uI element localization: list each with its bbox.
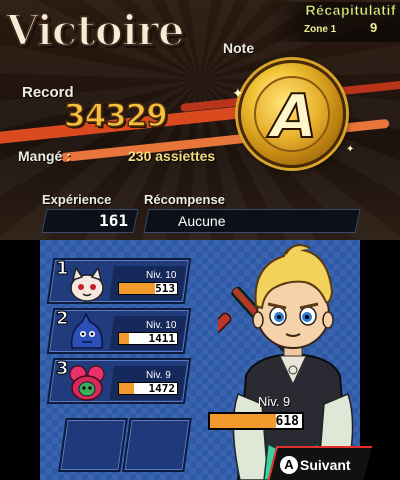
eaten-value: 230 assiettes xyxy=(128,148,216,164)
slot-level: Niv. 10 xyxy=(146,270,177,281)
empty-slot[interactable] xyxy=(122,418,192,472)
reward-label: Récompense xyxy=(144,192,225,207)
a-button-icon[interactable]: A xyxy=(280,456,298,474)
sparkle-icon: ✦ xyxy=(232,86,244,102)
hp-fill xyxy=(119,333,130,344)
next-button-label[interactable]: Suivant xyxy=(300,457,351,473)
slot-hp-bar: 1411 xyxy=(118,332,178,345)
slot-hp-bar: 513 xyxy=(118,282,178,295)
hp-fill xyxy=(210,414,277,428)
hp-fill xyxy=(119,283,155,294)
flower-yokai-icon xyxy=(69,365,105,401)
results-top-screen: Victoire Récapitulatif Zone 1 9 Note A ✦… xyxy=(0,0,400,240)
hero-character xyxy=(218,244,354,480)
slot-hp-bar: 1472 xyxy=(118,382,178,395)
hero-hp-value: 618 xyxy=(275,414,299,429)
game-screen: Victoire Récapitulatif Zone 1 9 Note A ✦… xyxy=(0,0,400,480)
hero-level: Niv. 9 xyxy=(258,394,291,409)
eaten-label: Mangé : xyxy=(18,148,71,164)
grade-letter: A xyxy=(270,81,318,153)
cat-yokai-icon xyxy=(70,266,104,302)
grade-medal: A xyxy=(238,60,346,168)
reward-box xyxy=(143,209,361,233)
recap-label: Récapitulatif xyxy=(305,2,396,19)
score-value: 34329 xyxy=(63,97,168,135)
grade-medal-inner: A xyxy=(254,76,330,153)
zone-number: 9 xyxy=(370,20,378,35)
slot-hp-value: 1472 xyxy=(148,382,176,395)
hp-fill xyxy=(119,383,135,394)
experience-label: Expérience xyxy=(42,192,112,207)
experience-value: 161 xyxy=(99,211,128,230)
empty-slot[interactable] xyxy=(58,418,128,472)
victory-title: Victoire xyxy=(5,5,186,56)
slot-level: Niv. 9 xyxy=(146,370,171,381)
reward-value: Aucune xyxy=(178,213,226,229)
sparkle-icon: ✦ xyxy=(346,144,355,155)
slot-hp-value: 513 xyxy=(155,282,175,295)
zone-label: Zone 1 xyxy=(304,24,337,35)
blue-yokai-icon xyxy=(70,312,103,349)
hero-hp-bar: 618 xyxy=(208,412,304,430)
grade-label: Note xyxy=(223,40,255,56)
slot-level: Niv. 10 xyxy=(146,320,177,331)
slot-hp-value: 1411 xyxy=(148,332,176,345)
